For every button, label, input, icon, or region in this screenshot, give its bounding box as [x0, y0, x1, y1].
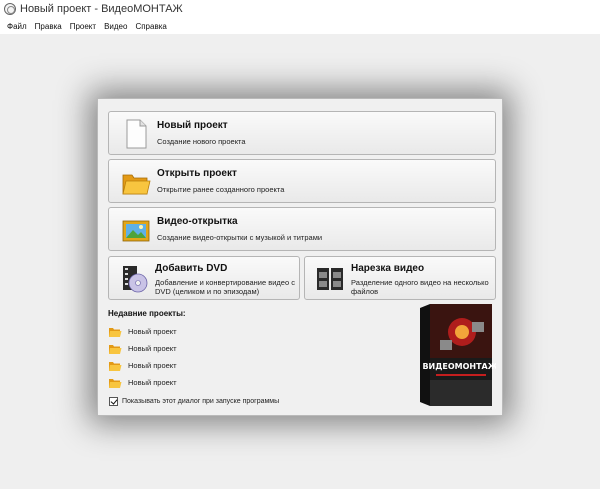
folder-icon	[109, 344, 122, 354]
blank-document-icon	[126, 119, 147, 149]
add-dvd-title: Добавить DVD	[155, 263, 228, 274]
recent-project-item[interactable]: Новый проект	[108, 340, 177, 357]
open-project-subtitle: Открытие ранее созданного проекта	[157, 185, 285, 194]
recent-project-item[interactable]: Новый проект	[108, 323, 177, 340]
split-video-title: Нарезка видео	[351, 263, 425, 274]
video-card-subtitle: Создание видео-открытки с музыкой и титр…	[157, 233, 323, 242]
menu-video[interactable]: Видео	[104, 22, 127, 31]
split-video-subtitle: Разделение одного видео на несколько фай…	[351, 278, 489, 296]
recent-project-label: Новый проект	[128, 344, 177, 353]
show-on-startup-row: Показывать этот диалог при запуске прогр…	[109, 397, 279, 406]
menu-project[interactable]: Проект	[70, 22, 96, 31]
show-on-startup-label: Показывать этот диалог при запуске прогр…	[122, 398, 280, 405]
title-bar: Новый проект - ВидеоМОНТАЖ	[0, 0, 600, 18]
open-folder-icon	[122, 174, 151, 195]
recent-project-item[interactable]: Новый проект	[108, 357, 177, 374]
recent-project-label: Новый проект	[128, 327, 177, 336]
film-split-icon	[317, 268, 343, 290]
folder-icon	[109, 361, 122, 371]
new-project-button[interactable]: Новый проект Создание нового проекта	[108, 111, 496, 155]
window-title: Новый проект - ВидеоМОНТАЖ	[20, 3, 183, 15]
add-dvd-subtitle: Добавление и конвертирование видео с DVD…	[155, 278, 295, 296]
split-video-button[interactable]: Нарезка видео Разделение одного видео на…	[304, 256, 496, 300]
video-card-button[interactable]: Видео-открытка Создание видео-открытки с…	[108, 207, 496, 251]
product-box-title: ВИДЕОМОНТАЖ	[422, 362, 496, 371]
video-card-title: Видео-открытка	[157, 216, 238, 227]
menu-file[interactable]: Файл	[7, 22, 27, 31]
app-icon	[4, 3, 16, 15]
picture-icon	[122, 220, 150, 242]
open-project-title: Открыть проект	[157, 168, 237, 179]
recent-projects-header: Недавние проекты:	[108, 309, 186, 318]
menu-help[interactable]: Справка	[135, 22, 166, 31]
folder-icon	[109, 378, 122, 388]
dvd-film-icon	[123, 266, 148, 293]
start-dialog: Новый проект Создание нового проекта Отк…	[97, 98, 503, 416]
menu-bar: Файл Правка Проект Видео Справка	[0, 18, 600, 34]
new-project-title: Новый проект	[157, 120, 228, 131]
recent-project-label: Новый проект	[128, 378, 177, 387]
recent-project-label: Новый проект	[128, 361, 177, 370]
product-box-image: ВИДЕОМОНТАЖ	[420, 304, 496, 406]
open-project-button[interactable]: Открыть проект Открытие ранее созданного…	[108, 159, 496, 203]
menu-edit[interactable]: Правка	[35, 22, 62, 31]
new-project-subtitle: Создание нового проекта	[157, 137, 246, 146]
recent-projects-list: Новый проект Новый проект Новый проект Н…	[108, 323, 177, 391]
recent-project-item[interactable]: Новый проект	[108, 374, 177, 391]
folder-icon	[109, 327, 122, 337]
add-dvd-button[interactable]: Добавить DVD Добавление и конвертировани…	[108, 256, 300, 300]
show-on-startup-checkbox[interactable]	[109, 397, 118, 406]
